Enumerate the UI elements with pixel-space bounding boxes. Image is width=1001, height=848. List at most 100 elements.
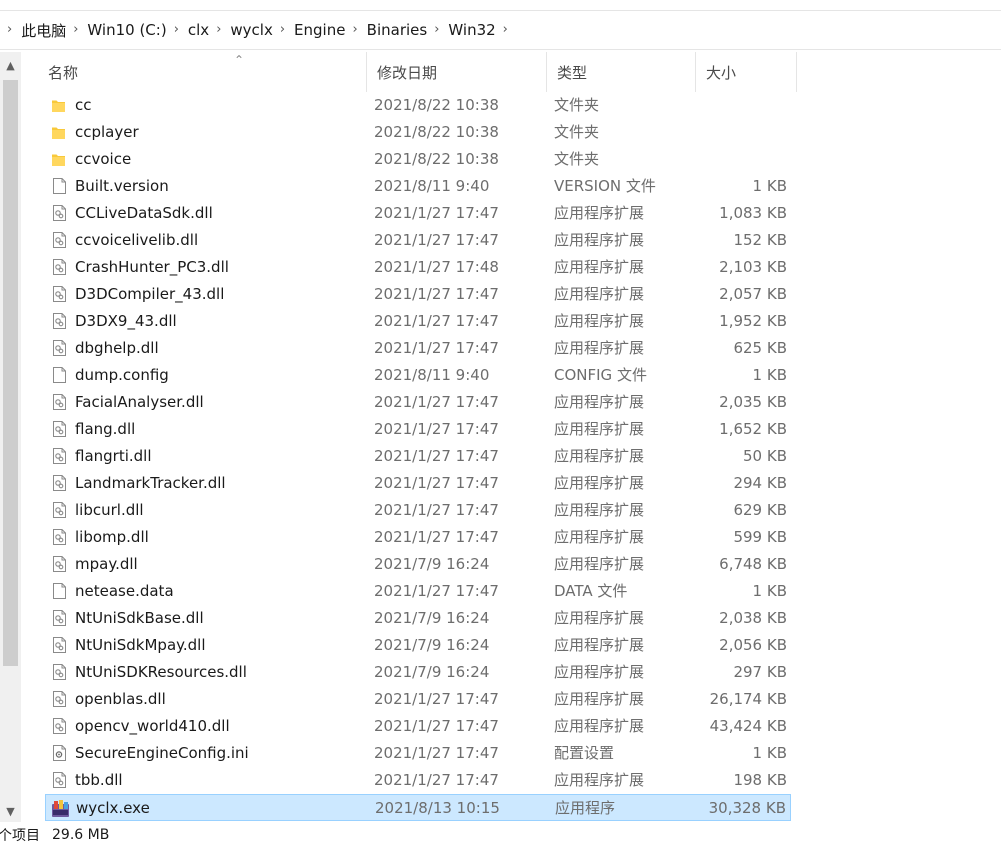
- breadcrumb-item[interactable]: Binaries: [367, 21, 428, 39]
- file-size: 1 KB: [752, 582, 787, 600]
- file-row[interactable]: tbb.dll 2021/1/27 17:47 应用程序扩展 198 KB: [45, 767, 791, 794]
- file-name: dbghelp.dll: [75, 339, 159, 357]
- file-size: 43,424 KB: [709, 717, 787, 735]
- file-icon: [50, 578, 70, 605]
- file-row[interactable]: CrashHunter_PC3.dll 2021/1/27 17:48 应用程序扩展…: [45, 254, 791, 281]
- breadcrumb-item[interactable]: Engine: [294, 21, 345, 39]
- file-size: 50 KB: [743, 447, 787, 465]
- column-header-name-label: 名称: [48, 63, 79, 82]
- file-name: flangrti.dll: [75, 447, 152, 465]
- vertical-scrollbar[interactable]: ▲ ▼: [0, 52, 21, 822]
- file-icon: [50, 362, 70, 389]
- file-size: 297 KB: [733, 663, 787, 681]
- breadcrumb-item[interactable]: Win32: [448, 21, 495, 39]
- chevron-right-icon[interactable]: ›: [345, 22, 366, 37]
- chevron-right-icon[interactable]: ›: [167, 22, 188, 37]
- dll-icon: [50, 470, 70, 497]
- file-modified-date: 2021/1/27 17:47: [374, 393, 499, 411]
- chevron-right-icon[interactable]: ›: [0, 22, 21, 37]
- file-modified-date: 2021/1/27 17:47: [374, 447, 499, 465]
- file-row[interactable]: openblas.dll 2021/1/27 17:47 应用程序扩展 26,174 …: [45, 686, 791, 713]
- ini-icon: [50, 740, 70, 767]
- file-row[interactable]: opencv_world410.dll 2021/1/27 17:47 应用程序扩展…: [45, 713, 791, 740]
- file-size: 599 KB: [733, 528, 787, 546]
- file-size: 2,035 KB: [719, 393, 787, 411]
- file-size: 198 KB: [733, 771, 787, 789]
- file-name: libomp.dll: [75, 528, 149, 546]
- file-row[interactable]: ccplayer 2021/8/22 10:38 文件夹: [45, 119, 791, 146]
- file-size: 30,328 KB: [708, 799, 786, 817]
- chevron-right-icon[interactable]: ›: [427, 22, 448, 37]
- file-modified-date: 2021/1/27 17:47: [374, 582, 499, 600]
- file-type: 应用程序扩展: [554, 474, 645, 492]
- file-row[interactable]: flang.dll 2021/1/27 17:47 应用程序扩展 1,652 KB: [45, 416, 791, 443]
- file-size: 629 KB: [733, 501, 787, 519]
- file-row[interactable]: SecureEngineConfig.ini 2021/1/27 17:47 配置设…: [45, 740, 791, 767]
- file-size: 2,038 KB: [719, 609, 787, 627]
- file-row[interactable]: NtUniSDKResources.dll 2021/7/9 16:24 应用程序扩…: [45, 659, 791, 686]
- scroll-down-arrow-icon[interactable]: ▼: [0, 800, 21, 822]
- file-modified-date: 2021/7/9 16:24: [374, 663, 490, 681]
- file-row[interactable]: NtUniSdkMpay.dll 2021/7/9 16:24 应用程序扩展 2,05…: [45, 632, 791, 659]
- file-type: 应用程序扩展: [554, 258, 645, 276]
- dll-icon: [50, 497, 70, 524]
- file-size: 1 KB: [752, 177, 787, 195]
- column-header-date[interactable]: 修改日期: [367, 52, 547, 92]
- file-modified-date: 2021/8/22 10:38: [374, 123, 499, 141]
- chevron-right-icon[interactable]: ›: [66, 22, 87, 37]
- file-type: 文件夹: [554, 150, 600, 168]
- scrollbar-thumb[interactable]: [3, 80, 18, 666]
- folder-icon: [50, 119, 70, 146]
- file-row[interactable]: wyclx.exe 2021/8/13 10:15 应用程序 30,328 KB: [45, 794, 791, 821]
- dll-icon: [50, 551, 70, 578]
- column-header-type[interactable]: 类型: [547, 52, 696, 92]
- file-row[interactable]: ccvoicelivelib.dll 2021/1/27 17:47 应用程序扩展 1…: [45, 227, 791, 254]
- file-name: dump.config: [75, 366, 169, 384]
- file-modified-date: 2021/8/11 9:40: [374, 177, 490, 195]
- file-type: 应用程序扩展: [554, 204, 645, 222]
- file-size: 1,952 KB: [719, 312, 787, 330]
- file-row[interactable]: D3DCompiler_43.dll 2021/1/27 17:47 应用程序扩展 2…: [45, 281, 791, 308]
- file-name: CrashHunter_PC3.dll: [75, 258, 229, 276]
- breadcrumb-item[interactable]: 此电脑: [21, 20, 66, 41]
- file-name: Built.version: [75, 177, 169, 195]
- file-row[interactable]: Built.version 2021/8/11 9:40 VERSION 文件 1 K…: [45, 173, 791, 200]
- chevron-right-icon[interactable]: ›: [496, 22, 517, 37]
- scroll-up-arrow-icon[interactable]: ▲: [0, 54, 21, 76]
- file-row[interactable]: NtUniSdkBase.dll 2021/7/9 16:24 应用程序扩展 2,03…: [45, 605, 791, 632]
- file-modified-date: 2021/1/27 17:47: [374, 285, 499, 303]
- dll-icon: [50, 335, 70, 362]
- column-header-size[interactable]: 大小: [696, 52, 797, 92]
- dll-icon: [50, 632, 70, 659]
- file-row[interactable]: netease.data 2021/1/27 17:47 DATA 文件 1 KB: [45, 578, 791, 605]
- file-row[interactable]: FacialAnalyser.dll 2021/1/27 17:47 应用程序扩展 2…: [45, 389, 791, 416]
- file-type: 应用程序扩展: [554, 501, 645, 519]
- file-size: 294 KB: [733, 474, 787, 492]
- breadcrumb-item[interactable]: Win10 (C:): [87, 21, 166, 39]
- file-modified-date: 2021/8/22 10:38: [374, 150, 499, 168]
- file-type: 应用程序扩展: [554, 231, 645, 249]
- file-size: 6,748 KB: [719, 555, 787, 573]
- file-type: 应用程序扩展: [554, 528, 645, 546]
- file-row[interactable]: cc 2021/8/22 10:38 文件夹: [45, 92, 791, 119]
- breadcrumb-item[interactable]: clx: [188, 21, 209, 39]
- file-size: 26,174 KB: [709, 690, 787, 708]
- file-name: openblas.dll: [75, 690, 166, 708]
- file-row[interactable]: libomp.dll 2021/1/27 17:47 应用程序扩展 599 KB: [45, 524, 791, 551]
- file-row[interactable]: libcurl.dll 2021/1/27 17:47 应用程序扩展 629 KB: [45, 497, 791, 524]
- chevron-right-icon[interactable]: ›: [273, 22, 294, 37]
- file-row[interactable]: CCLiveDataSdk.dll 2021/1/27 17:47 应用程序扩展 1,…: [45, 200, 791, 227]
- file-size: 1,083 KB: [719, 204, 787, 222]
- chevron-right-icon[interactable]: ›: [209, 22, 230, 37]
- breadcrumb-item[interactable]: wyclx: [230, 21, 272, 39]
- file-row[interactable]: LandmarkTracker.dll 2021/1/27 17:47 应用程序扩展…: [45, 470, 791, 497]
- column-header-name[interactable]: 名称: [38, 52, 367, 92]
- file-row[interactable]: dbghelp.dll 2021/1/27 17:47 应用程序扩展 625 KB: [45, 335, 791, 362]
- file-row[interactable]: D3DX9_43.dll 2021/1/27 17:47 应用程序扩展 1,952 K…: [45, 308, 791, 335]
- file-row[interactable]: ccvoice 2021/8/22 10:38 文件夹: [45, 146, 791, 173]
- file-type: 应用程序扩展: [554, 690, 645, 708]
- file-row[interactable]: flangrti.dll 2021/1/27 17:47 应用程序扩展 50 KB: [45, 443, 791, 470]
- file-row[interactable]: dump.config 2021/8/11 9:40 CONFIG 文件 1 KB: [45, 362, 791, 389]
- address-bar[interactable]: › 此电脑 › Win10 (C:) › clx › wyclx › Engine › Binarie…: [0, 10, 1001, 50]
- file-row[interactable]: mpay.dll 2021/7/9 16:24 应用程序扩展 6,748 KB: [45, 551, 791, 578]
